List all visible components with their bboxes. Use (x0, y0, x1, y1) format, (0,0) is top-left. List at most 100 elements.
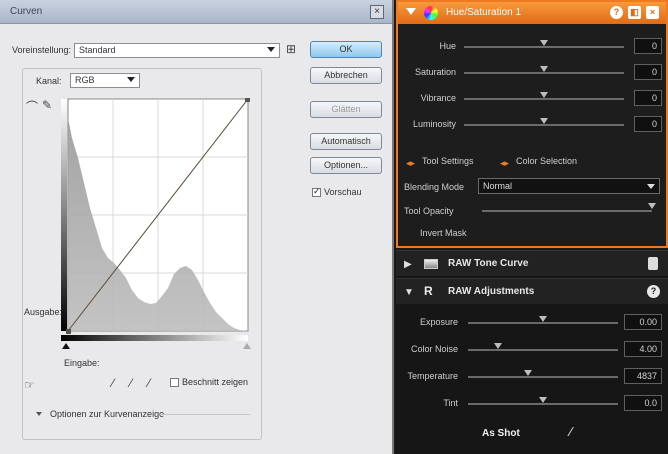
slider-track[interactable] (464, 72, 624, 74)
color-selection-label[interactable]: Color Selection (516, 156, 577, 166)
show-clipping-checkbox[interactable] (170, 378, 179, 387)
as-shot-button[interactable]: As Shot (482, 428, 520, 439)
slider-track[interactable] (464, 124, 624, 126)
white-point-slider[interactable] (243, 343, 251, 349)
divider (160, 414, 250, 415)
tone-curve-icon (424, 259, 438, 269)
tool-opacity-thumb[interactable] (648, 203, 656, 209)
slider-track[interactable] (468, 403, 618, 405)
close-icon[interactable]: × (646, 6, 659, 19)
output-label: Ausgabe: (24, 307, 63, 317)
pencil-icon[interactable]: ✎ (42, 98, 52, 112)
preset-select[interactable]: Standard (74, 43, 280, 58)
blending-mode-label: Blending Mode (404, 182, 465, 192)
close-icon[interactable]: × (370, 5, 384, 19)
blending-mode-select[interactable]: Normal (478, 178, 660, 194)
panel-title: Hue/Saturation 1 (446, 7, 522, 18)
slider-value-field[interactable]: 0.00 (624, 314, 662, 330)
blending-mode-value: Normal (483, 181, 513, 191)
show-clipping-label: Beschnitt zeigen (182, 377, 249, 387)
gray-eyedropper-icon[interactable]: ⁄ (130, 376, 132, 390)
collapse-icon[interactable]: ▼ (404, 287, 414, 298)
slider-thumb[interactable] (524, 370, 532, 376)
raw-tone-curve-title: RAW Tone Curve (448, 258, 529, 269)
raw-panels: ▶ RAW Tone Curve ▼ R RAW Adjustments ? E… (396, 250, 668, 454)
slider-label: Vibrance (420, 93, 456, 103)
slider-thumb[interactable] (540, 40, 548, 46)
tool-opacity-label: Tool Opacity (404, 206, 454, 216)
curve-options-label[interactable]: Optionen zur Kurvenanzeige (50, 409, 164, 419)
chevron-down-icon (647, 184, 655, 189)
slider-track[interactable] (464, 98, 624, 100)
curve-graph[interactable] (60, 98, 250, 334)
slider-track[interactable] (468, 322, 618, 324)
point-tool-icon[interactable]: ⌒ (26, 98, 38, 115)
options-button[interactable]: Optionen... (310, 157, 382, 174)
slider-value-field[interactable]: 0 (634, 64, 662, 80)
invert-mask-label[interactable]: Invert Mask (420, 228, 467, 238)
slider-thumb[interactable] (540, 66, 548, 72)
hue-saturation-header[interactable]: Hue/Saturation 1 ? ◧ × (398, 2, 666, 24)
auto-button[interactable]: Automatisch (310, 133, 382, 150)
preset-menu-icon[interactable]: ⊞ (286, 42, 296, 56)
slider-label: Tint (443, 398, 458, 408)
raw-adjustments-header[interactable]: ▼ R RAW Adjustments ? (396, 278, 668, 304)
ok-button[interactable]: OK (310, 41, 382, 58)
input-gradient (61, 335, 248, 341)
slider-thumb[interactable] (539, 316, 547, 322)
black-point-slider[interactable] (62, 343, 70, 349)
tool-settings-toggle-icon[interactable]: ◂▸ (406, 158, 415, 169)
curves-title: Curven (10, 6, 43, 17)
curve-point-top[interactable] (245, 98, 250, 102)
input-label: Eingabe: (64, 358, 100, 368)
lock-icon[interactable] (648, 257, 658, 270)
cancel-button[interactable]: Abbrechen (310, 67, 382, 84)
white-eyedropper-icon[interactable]: ⁄ (148, 376, 150, 390)
curves-titlebar[interactable]: Curven × (0, 0, 392, 24)
slider-label: Saturation (414, 67, 456, 77)
preview-label: Vorschau (324, 187, 362, 197)
slider-value-field[interactable]: 0 (634, 116, 662, 132)
slider-value-field[interactable]: 0.0 (624, 395, 662, 411)
visibility-icon[interactable]: ◧ (628, 6, 641, 19)
black-eyedropper-icon[interactable]: ⁄ (112, 376, 114, 390)
help-icon[interactable]: ? (647, 285, 660, 298)
hue-saturation-panel: Hue/Saturation 1 ? ◧ × Hue 0 Saturation 0 Vi… (396, 0, 668, 248)
tool-settings-label[interactable]: Tool Settings (422, 156, 474, 166)
hue-wheel-icon (424, 6, 438, 20)
slider-track[interactable] (468, 349, 618, 351)
slider-thumb[interactable] (540, 118, 548, 124)
slider-label: Temperature (407, 371, 458, 381)
slider-track[interactable] (468, 376, 618, 378)
raw-adjustments-title: RAW Adjustments (448, 286, 535, 297)
eyedropper-icon[interactable]: ⁄ (570, 424, 572, 439)
expand-icon[interactable] (36, 412, 42, 416)
slider-label: Luminosity (412, 119, 456, 129)
slider-thumb[interactable] (539, 397, 547, 403)
slider-track[interactable] (464, 46, 624, 48)
curves-dialog: Curven × Voreinstellung: Standard ⊞ Kana… (0, 0, 394, 454)
slider-value-field[interactable]: 0 (634, 38, 662, 54)
slider-thumb[interactable] (494, 343, 502, 349)
preview-checkbox[interactable] (312, 186, 321, 197)
slider-value-field[interactable]: 4837 (624, 368, 662, 384)
smooth-button[interactable]: Glätten (310, 101, 382, 118)
preset-value: Standard (79, 45, 116, 55)
slider-value-field[interactable]: 4.00 (624, 341, 662, 357)
slider-thumb[interactable] (540, 92, 548, 98)
preset-label: Voreinstellung: (12, 45, 72, 55)
chevron-down-icon (267, 47, 275, 52)
color-selection-toggle-icon[interactable]: ◂▸ (500, 158, 509, 169)
raw-tone-curve-header[interactable]: ▶ RAW Tone Curve (396, 250, 668, 276)
collapse-icon[interactable] (406, 8, 416, 15)
slider-label: Exposure (419, 317, 458, 327)
raw-icon: R (424, 284, 433, 298)
curve-point-bottom[interactable] (66, 329, 71, 334)
expand-icon[interactable]: ▶ (404, 259, 412, 270)
help-icon[interactable]: ? (610, 6, 623, 19)
tool-opacity-track[interactable] (482, 210, 652, 212)
slider-value-field[interactable]: 0 (634, 90, 662, 106)
slider-label: Hue (439, 41, 456, 51)
hand-tool-icon[interactable]: ☞ (24, 378, 35, 392)
slider-label: Color Noise (410, 344, 458, 354)
